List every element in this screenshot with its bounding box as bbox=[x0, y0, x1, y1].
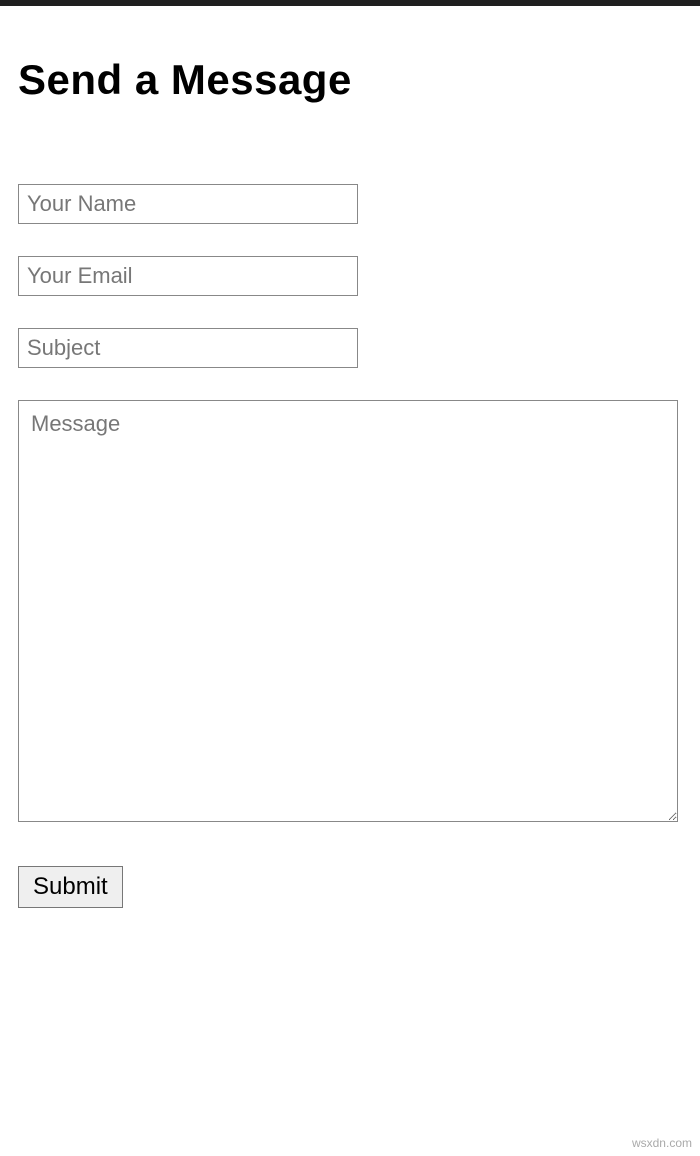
name-input[interactable] bbox=[18, 184, 358, 224]
contact-form: Submit bbox=[18, 184, 682, 908]
subject-input[interactable] bbox=[18, 328, 358, 368]
message-textarea[interactable] bbox=[18, 400, 678, 822]
email-input[interactable] bbox=[18, 256, 358, 296]
submit-button[interactable]: Submit bbox=[18, 866, 123, 908]
page-content: Send a Message Submit bbox=[0, 56, 700, 908]
window-top-bar bbox=[0, 0, 700, 6]
watermark-text: wsxdn.com bbox=[632, 1136, 692, 1150]
page-title: Send a Message bbox=[18, 56, 682, 104]
